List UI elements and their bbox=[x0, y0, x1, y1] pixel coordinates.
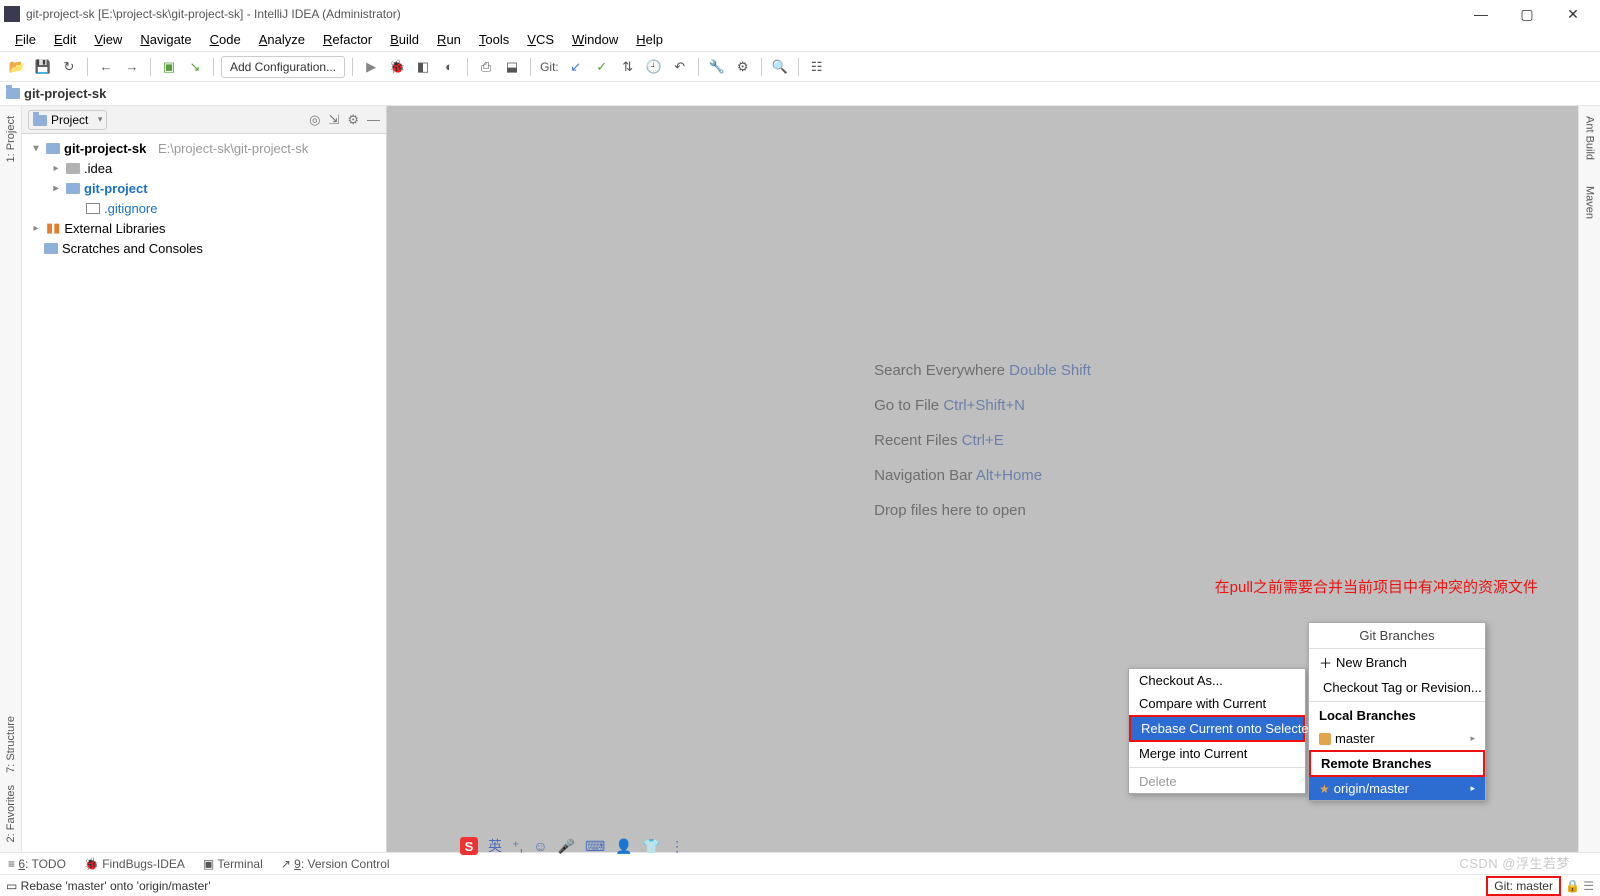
hint: Drop files here to open bbox=[874, 502, 1091, 519]
hide-icon[interactable]: — bbox=[367, 112, 380, 128]
back-icon[interactable]: ← bbox=[95, 56, 117, 78]
menu-view[interactable]: View bbox=[87, 30, 129, 49]
action-merge-into-current[interactable]: Merge into Current bbox=[1129, 742, 1305, 765]
run-config-dropdown[interactable]: Add Configuration... bbox=[221, 56, 345, 78]
branch-action-popup: Checkout As...Compare with CurrentRebase… bbox=[1128, 668, 1306, 794]
menu-tools[interactable]: Tools bbox=[472, 30, 516, 49]
watermark: CSDN @浮生若梦 bbox=[1459, 853, 1570, 872]
ime-bar: S 英 ⁺,☺🎤⌨👤👕⋮ bbox=[460, 836, 684, 856]
tree-root[interactable]: ▾git-project-sk E:\project-sk\git-projec… bbox=[22, 138, 386, 158]
menu-vcs[interactable]: VCS bbox=[520, 30, 561, 49]
project-sidebar: Project ◎ ⇲ ⚙ — ▾git-project-sk E:\proje… bbox=[22, 106, 387, 852]
coverage-icon[interactable]: ◧ bbox=[412, 56, 434, 78]
save-all-icon[interactable]: 💾 bbox=[32, 56, 54, 78]
tab-maven[interactable]: Maven bbox=[1584, 180, 1596, 225]
annotation-text: 在pull之前需要合并当前项目中有冲突的资源文件 bbox=[1215, 576, 1538, 597]
menu-analyze[interactable]: Analyze bbox=[252, 30, 312, 49]
git-label: Git: bbox=[538, 60, 561, 74]
minimize-button[interactable]: — bbox=[1458, 0, 1504, 28]
remote-branches-header: Remote Branches bbox=[1309, 750, 1485, 777]
project-scope-dropdown[interactable]: Project bbox=[28, 110, 107, 130]
close-button[interactable]: ✕ bbox=[1550, 0, 1596, 28]
breadcrumb[interactable]: git-project-sk bbox=[24, 86, 106, 101]
window-title: git-project-sk [E:\project-sk\git-projec… bbox=[26, 7, 401, 21]
make-icon[interactable]: ↘ bbox=[184, 56, 206, 78]
menu-edit[interactable]: Edit bbox=[47, 30, 83, 49]
settings-icon[interactable]: ⚙ bbox=[732, 56, 754, 78]
action-compare-with-current[interactable]: Compare with Current bbox=[1129, 692, 1305, 715]
tab-findbugs[interactable]: 🐞 FindBugs-IDEA bbox=[84, 857, 185, 871]
collapse-icon[interactable]: ⇲ bbox=[328, 112, 339, 128]
sogou-icon: S bbox=[460, 837, 478, 855]
stop-icon[interactable]: ⬓ bbox=[501, 56, 523, 78]
menu-navigate[interactable]: Navigate bbox=[133, 30, 198, 49]
tree-scratches[interactable]: Scratches and Consoles bbox=[22, 238, 386, 258]
new-branch[interactable]: ＋ New Branch bbox=[1309, 649, 1485, 676]
git-branches-popup: Git Branches ＋ New Branch Checkout Tag o… bbox=[1308, 622, 1486, 801]
git-branch-indicator[interactable]: Git: master bbox=[1486, 876, 1561, 896]
tab-version-control[interactable]: ↗ 9: Version Control bbox=[281, 857, 390, 871]
tree-external-libs[interactable]: ▸▮▮External Libraries bbox=[22, 218, 386, 238]
branches-title: Git Branches bbox=[1309, 623, 1485, 649]
local-branches-header: Local Branches bbox=[1309, 704, 1485, 727]
hint: Search Everywhere Double Shift bbox=[874, 362, 1091, 379]
profile-icon[interactable]: ◐ bbox=[438, 56, 460, 78]
tree-idea[interactable]: ▸.idea bbox=[22, 158, 386, 178]
tree-git-project[interactable]: ▸git-project bbox=[22, 178, 386, 198]
maximize-button[interactable]: ▢ bbox=[1504, 0, 1550, 28]
action-rebase-current-onto-selected[interactable]: Rebase Current onto Selected bbox=[1129, 715, 1305, 742]
attach-icon[interactable]: ⎙ bbox=[475, 56, 497, 78]
open-icon[interactable]: 📂 bbox=[6, 56, 28, 78]
refresh-icon[interactable]: ↻ bbox=[58, 56, 80, 78]
debug-icon[interactable]: 🐞 bbox=[386, 56, 408, 78]
action-checkout-as-[interactable]: Checkout As... bbox=[1129, 669, 1305, 692]
gear-icon[interactable]: ⚙ bbox=[347, 112, 359, 128]
aim-icon[interactable]: ◎ bbox=[309, 112, 320, 128]
run-icon[interactable]: ▶ bbox=[360, 56, 382, 78]
status-msg: ▭ Rebase 'master' onto 'origin/master' bbox=[6, 879, 211, 893]
build-icon[interactable]: ▣ bbox=[158, 56, 180, 78]
app-icon bbox=[4, 6, 20, 22]
tab-todo[interactable]: ≡ 6: TODO bbox=[8, 857, 66, 871]
folder-icon bbox=[6, 88, 20, 99]
remote-branch-origin-master[interactable]: ★origin/master▸ bbox=[1309, 777, 1485, 800]
local-branch-master[interactable]: master▸ bbox=[1309, 727, 1485, 750]
search-icon[interactable]: 🔍 bbox=[769, 56, 791, 78]
menu-build[interactable]: Build bbox=[383, 30, 426, 49]
tree-gitignore[interactable]: .gitignore bbox=[22, 198, 386, 218]
hint: Go to File Ctrl+Shift+N bbox=[874, 397, 1091, 414]
tab-structure[interactable]: 7: Structure bbox=[5, 710, 17, 779]
commit-icon[interactable]: ✓ bbox=[591, 56, 613, 78]
tab-terminal[interactable]: ▣ Terminal bbox=[203, 857, 263, 871]
menu-window[interactable]: Window bbox=[565, 30, 625, 49]
menu-refactor[interactable]: Refactor bbox=[316, 30, 379, 49]
hint: Navigation Bar Alt+Home bbox=[874, 467, 1091, 484]
action-delete: Delete bbox=[1129, 770, 1305, 793]
forward-icon[interactable]: → bbox=[121, 56, 143, 78]
menu-help[interactable]: Help bbox=[629, 30, 670, 49]
menu-file[interactable]: File bbox=[8, 30, 43, 49]
revert-icon[interactable]: ↶ bbox=[669, 56, 691, 78]
tab-ant[interactable]: Ant Build bbox=[1584, 110, 1596, 166]
tab-favorites[interactable]: 2: Favorites bbox=[5, 779, 17, 848]
wrench-icon[interactable]: 🔧 bbox=[706, 56, 728, 78]
history-icon[interactable]: 🕘 bbox=[643, 56, 665, 78]
structure-icon[interactable]: ☷ bbox=[806, 56, 828, 78]
menu-code[interactable]: Code bbox=[203, 30, 248, 49]
update-icon[interactable]: ↙ bbox=[565, 56, 587, 78]
compare-icon[interactable]: ⇅ bbox=[617, 56, 639, 78]
tab-project[interactable]: 1: Project bbox=[5, 110, 17, 168]
menu-run[interactable]: Run bbox=[430, 30, 468, 49]
hint: Recent Files Ctrl+E bbox=[874, 432, 1091, 449]
checkout-tag[interactable]: Checkout Tag or Revision... bbox=[1309, 676, 1485, 699]
